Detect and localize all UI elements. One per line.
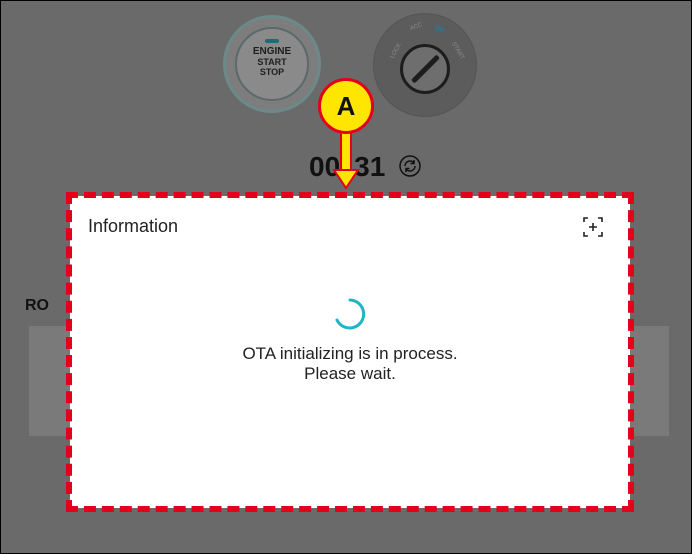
engine-indicator-icon [265,39,279,43]
start-label: START [257,57,287,67]
ignition-on-label: ON [433,24,446,35]
dialog-title: Information [88,216,179,236]
dialog-message: OTA initializing is in process. Please w… [70,344,630,384]
annotation-arrow-icon [332,132,360,190]
ignition-knob[interactable]: LOCK ACC ON START [373,13,477,117]
ignition-start-label: START [450,41,465,61]
stop-label: STOP [259,67,285,77]
fullscreen-icon[interactable] [582,216,604,238]
rom-section-label: RO [25,297,49,314]
information-dialog: Information OTA initializing is in proce… [70,196,630,508]
ignition-acc-label: ACC [409,22,424,32]
ignition-key-slot [400,44,450,94]
engine-button-face: ENGINE START STOP [235,27,309,101]
engine-label: ENGINE [252,46,292,57]
message-line-2: Please wait. [304,364,396,383]
engine-start-stop-button[interactable]: ENGINE START STOP [223,15,321,113]
annotation-callout-a: A [318,78,374,134]
message-line-1: OTA initializing is in process. [242,344,458,363]
key-slot-icon [411,54,440,84]
loading-spinner-icon [335,298,366,330]
ignition-lock-label: LOCK [389,42,403,60]
refresh-icon[interactable] [399,155,421,177]
